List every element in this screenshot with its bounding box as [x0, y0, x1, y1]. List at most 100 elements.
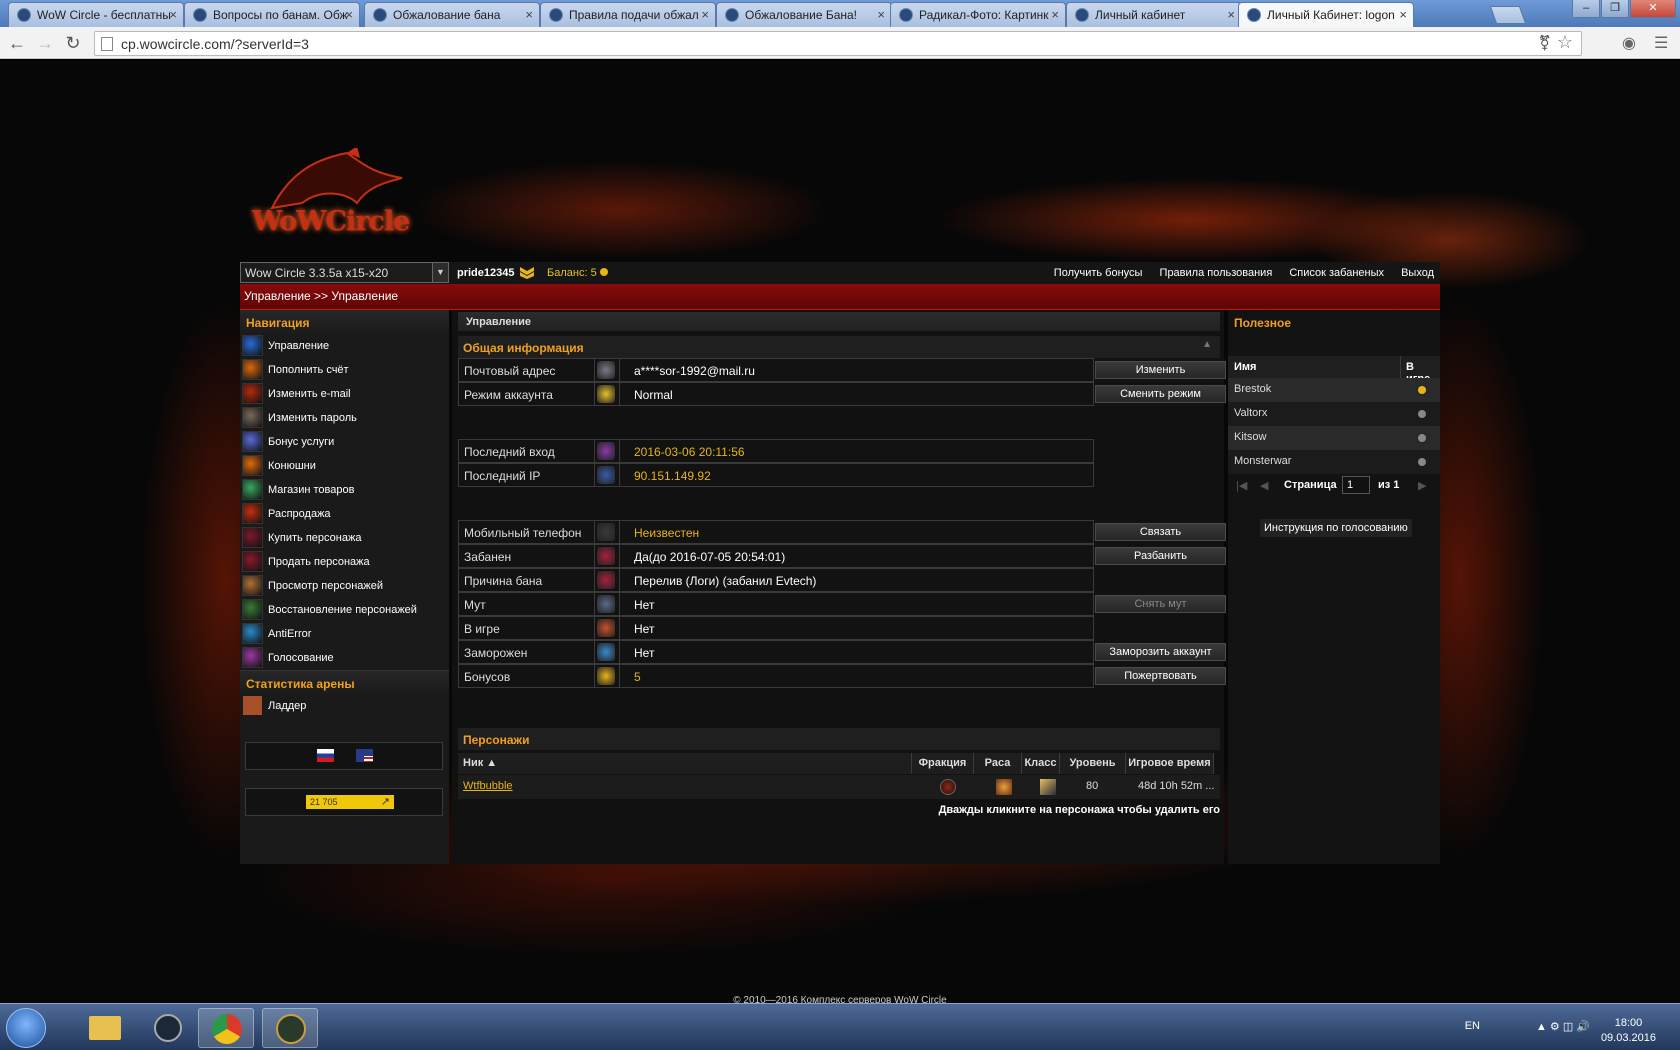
close-tab-icon[interactable]: × [525, 7, 533, 22]
sidebar-item[interactable]: Продать персонажа [240, 550, 449, 574]
browser-tab[interactable]: Радикал-Фото: Картинк × [890, 2, 1066, 27]
action-button[interactable]: Изменить [1095, 361, 1226, 379]
sidebar-item-label: Восстановление персонажей [268, 604, 417, 616]
action-button[interactable]: Заморозить аккаунт [1095, 643, 1226, 661]
info-row: Заморожен Нет [458, 640, 1094, 664]
collapse-icon[interactable]: ▲ [1202, 339, 1212, 350]
chevron-down-icon[interactable]: ▼ [432, 263, 448, 282]
action-button[interactable]: Пожертвовать [1095, 667, 1226, 685]
character-name[interactable]: Wtfbubble [463, 780, 513, 792]
table-row[interactable]: Wtfbubble 80 48d 10h 52m ... [458, 775, 1220, 799]
browser-tab[interactable]: Правила подачи обжал × [540, 2, 716, 27]
close-tab-icon[interactable]: × [877, 7, 885, 22]
steam-icon[interactable] [140, 1008, 196, 1048]
top-links: Получить бонусы Правила пользования Спис… [1040, 267, 1434, 279]
minimize-button[interactable]: – [1572, 0, 1600, 18]
sidebar-item[interactable]: AntiError [240, 622, 449, 646]
sidebar-item[interactable]: Бонус услуги [240, 430, 449, 454]
column-header[interactable]: Ник ▲ [458, 753, 912, 774]
sidebar-item[interactable]: Восстановление персонажей [240, 598, 449, 622]
browser-tab[interactable]: Обжалование Бана! × [716, 2, 892, 27]
info-row: Забанен Да(до 2016-07-05 20:54:01) [458, 544, 1094, 568]
tab-label: Обжалование бана [393, 8, 501, 22]
new-tab-button[interactable] [1489, 6, 1527, 24]
browser-tab[interactable]: WoW Circle - бесплатны × [8, 2, 184, 27]
sidebar-item[interactable]: Распродажа [240, 502, 449, 526]
column-header[interactable]: Класс [1022, 753, 1060, 774]
start-button[interactable] [6, 1008, 46, 1048]
online-status-icon [1418, 410, 1426, 418]
sidebar-item-label: Конюшни [268, 460, 316, 472]
explorer-icon[interactable] [77, 1008, 133, 1048]
nav-item-icon [242, 527, 263, 548]
sidebar-item[interactable]: Магазин товаров [240, 478, 449, 502]
close-tab-icon[interactable]: × [169, 7, 177, 22]
list-item[interactable]: Kitsow [1228, 426, 1440, 450]
column-header[interactable]: Игровое время [1126, 753, 1214, 774]
browser-tab[interactable]: Обжалование бана × [364, 2, 540, 27]
browser-tab[interactable]: Личный Кабинет: logon × [1238, 2, 1414, 27]
info-label: Забанен [459, 545, 595, 567]
sidebar-item[interactable]: Управление [240, 334, 449, 358]
first-page-icon[interactable]: |◀ [1236, 479, 1247, 492]
wow-icon[interactable] [262, 1008, 318, 1048]
sidebar-item[interactable]: Купить персонажа [240, 526, 449, 550]
bookmark-star-icon[interactable]: ☆ [1557, 32, 1573, 53]
column-header[interactable]: Уровень [1060, 753, 1126, 774]
key-icon[interactable]: ⚧ [1538, 34, 1551, 52]
reload-button[interactable]: ↻ [62, 32, 84, 54]
col-name-header[interactable]: Имя [1234, 361, 1256, 373]
forward-button[interactable]: → [34, 32, 56, 54]
close-window-button[interactable]: ✕ [1630, 0, 1676, 18]
col-online-header[interactable]: В игре [1400, 356, 1440, 385]
menu-icon[interactable]: ☰ [1654, 33, 1668, 53]
sidebar-item[interactable]: Пополнить счёт [240, 358, 449, 382]
sidebar-item[interactable]: Конюшни [240, 454, 449, 478]
site-logo[interactable]: WoWCircle [252, 206, 410, 237]
server-select[interactable]: Wow Circle 3.3.5a x15-x20 ▼ [240, 262, 449, 283]
lang-indicator[interactable]: EN [1465, 1020, 1480, 1032]
nav-item-icon [242, 503, 263, 524]
sidebar-item[interactable]: Изменить e-mail [240, 382, 449, 406]
page-number-input[interactable]: 1 [1342, 476, 1370, 494]
link-banned-list[interactable]: Список забаненых [1289, 267, 1384, 279]
visit-counter[interactable]: 21 705 ↗ [306, 795, 394, 809]
extension-icon[interactable]: ◉ [1622, 33, 1636, 53]
link-logout[interactable]: Выход [1401, 267, 1434, 279]
list-item[interactable]: Brestok [1228, 378, 1440, 402]
close-tab-icon[interactable]: × [1399, 7, 1407, 22]
info-row: Причина бана Перелив (Логи) (забанил Evte… [458, 568, 1094, 592]
flag-ru-icon[interactable] [317, 749, 334, 762]
next-page-icon[interactable]: ▶ [1418, 479, 1426, 492]
action-button[interactable]: Сменить режим [1095, 385, 1226, 403]
action-button[interactable]: Снять мут [1095, 595, 1226, 613]
chrome-icon[interactable] [198, 1008, 254, 1048]
link-get-bonuses[interactable]: Получить бонусы [1054, 267, 1143, 279]
browser-tab[interactable]: Личный кабинет × [1066, 2, 1242, 27]
column-header[interactable]: Фракция [912, 753, 974, 774]
list-item[interactable]: Valtorx [1228, 402, 1440, 426]
sidebar-item[interactable]: Голосование [240, 646, 449, 670]
maximize-button[interactable]: ❐ [1601, 0, 1629, 18]
column-header[interactable]: Раса [974, 753, 1022, 774]
browser-tab[interactable]: Вопросы по банам. Обж × [184, 2, 360, 27]
link-rules[interactable]: Правила пользования [1160, 267, 1273, 279]
list-item[interactable]: Monsterwar [1228, 450, 1440, 474]
flag-us-icon[interactable] [356, 749, 373, 762]
back-button[interactable]: ← [6, 32, 28, 54]
sidebar-item-ladder[interactable]: Ладдер [240, 694, 449, 718]
close-tab-icon[interactable]: × [1227, 7, 1235, 22]
address-bar[interactable]: cp.wowcircle.com/?serverId=3 ⚧ ☆ [94, 31, 1582, 56]
vote-instructions-button[interactable]: Инструкция по голосованию [1260, 519, 1412, 537]
close-tab-icon[interactable]: × [1051, 7, 1059, 22]
action-button[interactable]: Связать [1095, 523, 1226, 541]
sidebar-item[interactable]: Изменить пароль [240, 406, 449, 430]
info-icon [597, 619, 615, 637]
sidebar-item[interactable]: Просмотр персонажей [240, 574, 449, 598]
clock[interactable]: 18:00 09.03.2016 [1601, 1016, 1656, 1046]
close-tab-icon[interactable]: × [701, 7, 709, 22]
prev-page-icon[interactable]: ◀ [1260, 479, 1268, 492]
close-tab-icon[interactable]: × [345, 7, 353, 22]
action-button[interactable]: Разбанить [1095, 547, 1226, 565]
info-row: Последний вход 2016-03-06 20:11:56 [458, 439, 1094, 463]
